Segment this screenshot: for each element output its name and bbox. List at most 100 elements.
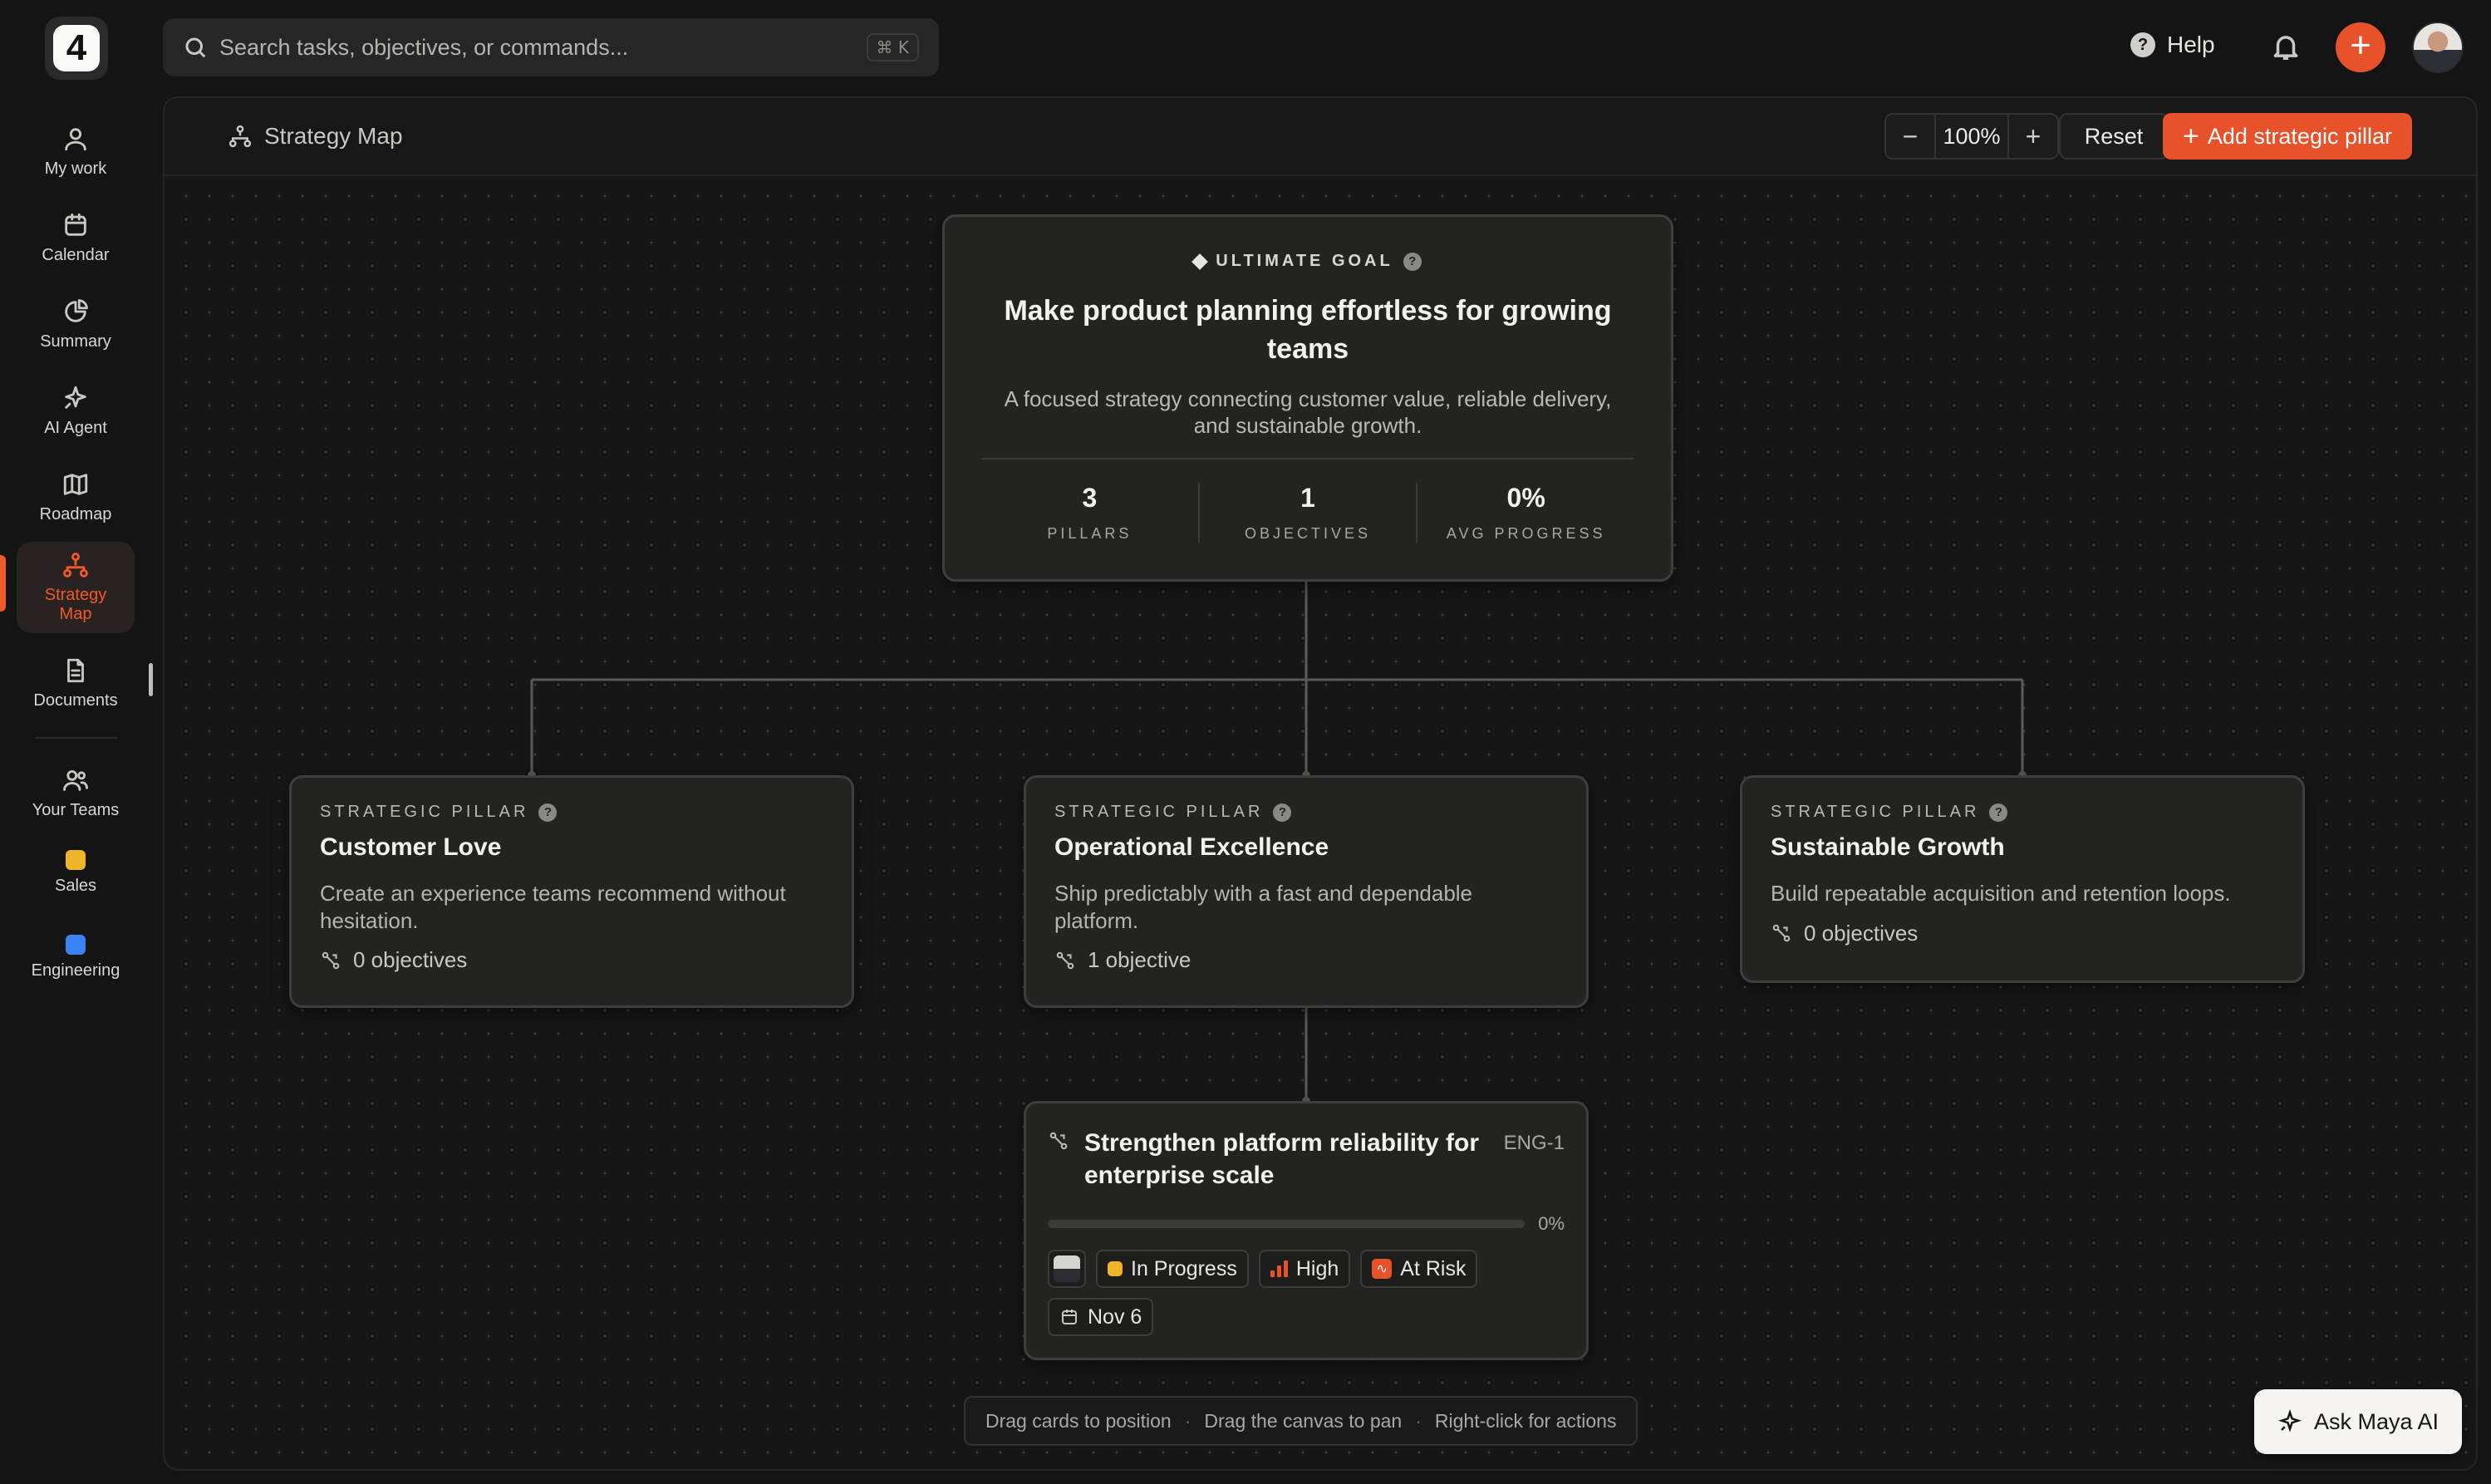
pillar-count-label: 0 objectives	[353, 947, 468, 972]
sidebar-item-team-engineering[interactable]: Engineering	[17, 919, 135, 995]
assignee-avatar[interactable]	[1048, 1250, 1086, 1288]
pillar-description: Ship predictably with a fast and dependa…	[1054, 881, 1473, 933]
bell-icon	[2273, 36, 2298, 60]
stat-avg-progress: 0% AVG PROGRESS	[1416, 483, 1634, 543]
pillar-card-operational-excellence[interactable]: STRATEGIC PILLAR ? Operational Excellenc…	[1024, 775, 1589, 1008]
sidebar-item-label: Calendar	[42, 245, 110, 264]
pillar-objective-count: 0 objectives	[320, 947, 823, 973]
sidebar-item-summary[interactable]: Summary	[17, 281, 135, 367]
goal-tag: ULTIMATE GOAL ?	[945, 252, 1671, 271]
objective-progress: 0%	[1048, 1213, 1565, 1235]
stat-pillars: 3 PILLARS	[981, 483, 1198, 543]
info-icon[interactable]: ?	[1403, 252, 1422, 271]
help-label: Help	[2167, 32, 2215, 57]
ultimate-goal-card[interactable]: ULTIMATE GOAL ? Make product planning ef…	[942, 214, 1673, 582]
objective-icon	[1048, 1130, 1069, 1156]
pillar-tag: STRATEGIC PILLAR ?	[1054, 803, 1558, 822]
ask-ai-button[interactable]: Ask Maya AI	[2254, 1389, 2462, 1454]
sidebar-item-my-work[interactable]: My work	[17, 108, 135, 194]
status-chip[interactable]: In Progress	[1096, 1250, 1249, 1288]
pillar-tag: STRATEGIC PILLAR ?	[1771, 803, 2274, 822]
pillar-card-customer-love[interactable]: STRATEGIC PILLAR ? Customer Love Create …	[289, 775, 854, 1008]
stat-objectives: 1 OBJECTIVES	[1197, 483, 1417, 543]
reset-button[interactable]: Reset	[2059, 113, 2169, 160]
document-icon	[67, 658, 84, 682]
pillar-description: Build repeatable acquisition and retenti…	[1771, 881, 2231, 906]
logo-mark: 4	[53, 25, 100, 71]
search-bar[interactable]: Search tasks, objectives, or commands...…	[163, 18, 939, 76]
help-button[interactable]: ? Help	[2130, 32, 2215, 58]
panel-header: Strategy Map − 100% + Reset + Add strate…	[165, 98, 2476, 176]
sidebar-item-ai-agent[interactable]: AI Agent	[17, 367, 135, 454]
avatar-image	[1054, 1256, 1080, 1282]
due-date-chip[interactable]: Nov 6	[1048, 1298, 1154, 1336]
pillar-tag-label: STRATEGIC PILLAR	[1054, 803, 1264, 821]
goal-tag-label: ULTIMATE GOAL	[1216, 252, 1393, 270]
map-icon	[63, 473, 88, 495]
pillar-title: Operational Excellence	[1054, 833, 1329, 861]
app-root: 4 My work Calendar Summary AI Agent Road…	[0, 0, 2491, 1484]
hint-separator: ·	[1415, 1409, 1422, 1432]
calendar-icon	[65, 213, 86, 236]
sidebar-item-team-sales[interactable]: Sales	[17, 834, 135, 911]
add-strategic-pillar-button[interactable]: + Add strategic pillar	[2163, 113, 2412, 160]
add-pillar-label: Add strategic pillar	[2207, 123, 2392, 149]
breadcrumb-label: Strategy Map	[264, 123, 403, 149]
people-icon	[63, 769, 88, 791]
pie-chart-icon	[65, 298, 88, 322]
zoom-out-button[interactable]: −	[1886, 121, 1934, 152]
objective-card[interactable]: Strengthen platform reliability for ente…	[1024, 1101, 1589, 1360]
canvas-hint: Drag cards to position · Drag the canvas…	[964, 1396, 1639, 1446]
sidebar-item-label: AI Agent	[44, 418, 107, 437]
search-input[interactable]: Search tasks, objectives, or commands...	[219, 35, 628, 61]
sidebar-item-your-teams[interactable]: Your Teams	[17, 749, 135, 836]
pillar-title: Sustainable Growth	[1771, 833, 2005, 861]
app-logo[interactable]: 4	[45, 17, 108, 80]
notifications-button[interactable]	[2270, 30, 2302, 63]
plus-icon: +	[2350, 25, 2371, 66]
sidebar-item-label: Summary	[40, 332, 111, 351]
sidebar-item-label: Roadmap	[39, 504, 112, 523]
progress-track	[1048, 1220, 1526, 1228]
health-chip[interactable]: ∿ At Risk	[1360, 1250, 1478, 1288]
priority-bars-icon	[1270, 1260, 1288, 1277]
user-avatar[interactable]	[2412, 22, 2464, 73]
breadcrumb: Strategy Map	[228, 123, 403, 150]
progress-label: 0%	[1538, 1213, 1565, 1234]
sidebar-item-roadmap[interactable]: Roadmap	[17, 454, 135, 540]
sidebar-item-documents[interactable]: Documents	[17, 640, 135, 726]
pillar-objective-count: 1 objective	[1054, 947, 1558, 973]
due-date-label: Nov 6	[1088, 1305, 1142, 1329]
stat-label: AVG PROGRESS	[1446, 525, 1606, 542]
sidebar-item-label: Strategy Map	[44, 586, 107, 623]
person-icon	[65, 127, 86, 150]
sidebar-item-label: Sales	[54, 876, 97, 895]
hint-drag-cards: Drag cards to position	[985, 1409, 1172, 1432]
sidebar: 4 My work Calendar Summary AI Agent Road…	[0, 0, 153, 1484]
sidebar-item-calendar[interactable]: Calendar	[17, 194, 135, 281]
pillar-card-sustainable-growth[interactable]: STRATEGIC PILLAR ? Sustainable Growth Bu…	[1740, 775, 2305, 983]
priority-chip[interactable]: High	[1258, 1250, 1351, 1288]
active-indicator	[0, 555, 6, 612]
create-button[interactable]: +	[2336, 22, 2385, 72]
objective-icon	[1772, 924, 1791, 942]
hint-separator: ·	[1184, 1409, 1191, 1432]
stat-value: 3	[1082, 483, 1098, 513]
sparkle-icon	[2278, 1409, 2302, 1432]
info-icon[interactable]: ?	[1273, 803, 1292, 822]
objective-icon	[322, 951, 340, 969]
zoom-level: 100%	[1934, 115, 2009, 158]
goal-description: A focused strategy connecting customer v…	[1004, 386, 1612, 439]
health-label: At Risk	[1400, 1256, 1467, 1280]
plus-icon: +	[2183, 120, 2199, 152]
info-icon[interactable]: ?	[538, 803, 558, 822]
objective-icon	[1056, 951, 1074, 969]
zoom-in-button[interactable]: +	[2009, 121, 2057, 152]
sidebar-item-strategy-map[interactable]: Strategy Map	[17, 542, 135, 633]
info-icon[interactable]: ?	[1989, 803, 2008, 822]
sidebar-item-label: Documents	[33, 690, 118, 710]
sparkle-icon	[65, 386, 86, 409]
objective-title: Strengthen platform reliability for ente…	[1084, 1129, 1480, 1189]
sidebar-divider	[35, 737, 118, 739]
sidebar-scrollbar[interactable]	[149, 663, 153, 696]
